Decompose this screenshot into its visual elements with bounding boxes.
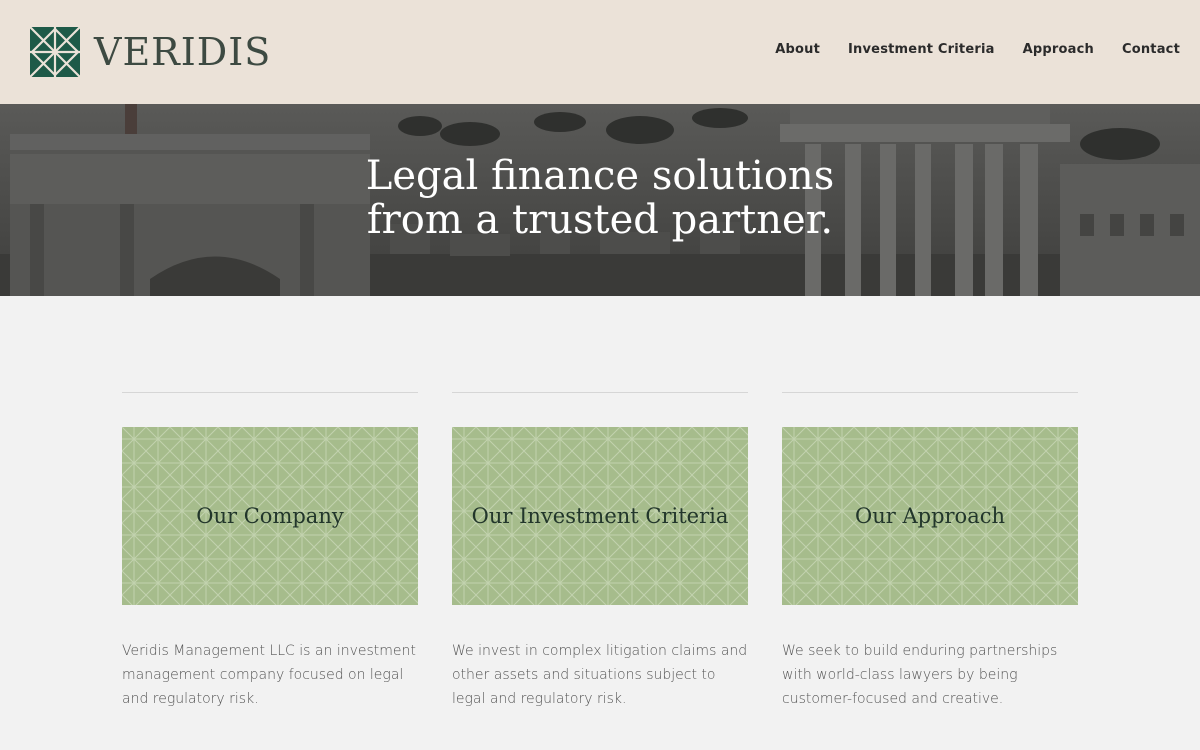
veridis-logo-icon [30,27,80,77]
hero-title: Legal finance solutions from a trusted p… [0,154,1200,242]
hero-title-line-2: from a trusted partner. [366,197,834,243]
card-approach: Our Approach We seek to build enduring p… [782,392,1078,711]
nav-item-about[interactable]: About [775,42,820,57]
approach-tile-button[interactable]: Our Approach [782,427,1078,605]
home-logo-link[interactable]: VERIDIS [30,27,271,77]
card-title: Our Company [196,504,344,528]
divider [452,392,748,393]
company-tile-button[interactable]: Our Company [122,427,418,605]
hero-banner: Legal finance solutions from a trusted p… [0,104,1200,296]
divider [782,392,1078,393]
card-investment-criteria: Our Investment Criteria We invest in com… [452,392,748,711]
card-title: Our Approach [855,504,1005,528]
divider [122,392,418,393]
nav-item-contact[interactable]: Contact [1122,42,1180,57]
card-description: We invest in complex litigation claims a… [452,643,748,707]
nav-item-approach[interactable]: Approach [1023,42,1094,57]
card-title: Our Investment Criteria [471,504,729,528]
brand-name: VERIDIS [94,30,272,74]
card-description: Veridis Management LLC is an investment … [122,643,416,707]
nav-item-investment-criteria[interactable]: Investment Criteria [848,42,995,57]
main-nav: About Investment Criteria Approach Conta… [747,42,1180,57]
card-description: We seek to build enduring partnerships w… [782,643,1058,707]
card-company: Our Company Veridis Management LLC is an… [122,392,418,711]
hero-title-line-1: Legal finance solutions [365,153,835,199]
investment-criteria-tile-button[interactable]: Our Investment Criteria [452,427,748,605]
site-header: VERIDIS About Investment Criteria Approa… [0,0,1200,104]
